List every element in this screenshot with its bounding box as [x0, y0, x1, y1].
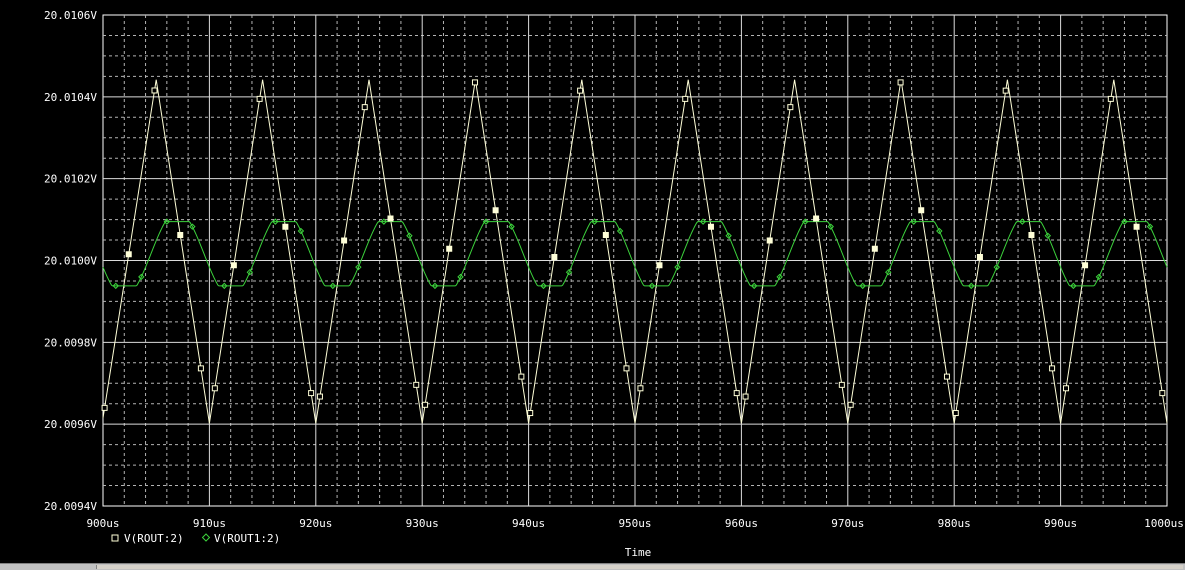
series-v-rout-2-marker: [1063, 385, 1070, 392]
y-tick-label: 20.0094V: [44, 500, 97, 513]
legend-marker-square: [111, 534, 119, 542]
plot-window: 20.0094V 20.0096V 20.0098V 20.0100V 20.0102V…: [0, 0, 1185, 570]
series-v-rout-2-marker: [197, 365, 204, 372]
series-v-rout-2-marker: [1082, 262, 1089, 269]
series-v-rout-2-marker: [766, 237, 773, 244]
y-tick-label: 20.0100V: [44, 255, 97, 268]
series-v-rout-2-marker: [422, 401, 429, 408]
x-tick-label: 940us: [512, 517, 545, 530]
y-tick-label: 20.0096V: [44, 418, 97, 431]
x-tick-label: 920us: [299, 517, 332, 530]
series-v-rout-2-marker: [976, 253, 983, 260]
series-v-rout-2-marker: [308, 390, 315, 397]
x-tick-label: 990us: [1044, 517, 1077, 530]
series-v-rout-2-marker: [151, 87, 158, 94]
legend: V(ROUT:2) V(ROUT1:2): [111, 532, 280, 545]
series-v-rout-2-marker: [1002, 87, 1009, 94]
series-v-rout-2-marker: [1028, 232, 1035, 239]
status-well: [96, 565, 1183, 569]
x-tick-label: 970us: [831, 517, 864, 530]
x-tick-label: 930us: [406, 517, 439, 530]
series-v-rout-2-marker: [527, 410, 534, 417]
series-v-rout-2-marker: [316, 393, 323, 400]
series-v-rout-2-marker: [847, 401, 854, 408]
series-v-rout-2-marker: [787, 104, 794, 111]
series-v-rout-2-marker: [813, 215, 820, 222]
legend-label-v-rout-2: V(ROUT:2): [124, 532, 184, 545]
series-v-rout-2-marker: [1133, 223, 1140, 230]
y-tick-label: 20.0106V: [44, 9, 97, 22]
y-axis-tick-labels: 20.0094V 20.0096V 20.0098V 20.0100V 20.0102V…: [44, 9, 97, 513]
series-v-rout-2-marker: [361, 104, 368, 111]
series-v-rout-2-marker: [602, 232, 609, 239]
legend-marker-diamond: [201, 533, 211, 542]
series-v-rout-2-marker: [742, 393, 749, 400]
series-v-rout-2-marker: [637, 385, 644, 392]
series-v-rout-2-marker: [943, 373, 950, 380]
series-v-rout-2-marker: [341, 237, 348, 244]
series-v-rout-2-marker: [838, 381, 845, 388]
series-v-rout-2-marker: [387, 215, 394, 222]
series-v-rout-2-marker: [656, 262, 663, 269]
series-v-rout-2-marker: [256, 95, 263, 102]
series-v-rout-2-marker: [177, 232, 184, 239]
x-axis-label: Time: [625, 546, 652, 559]
series-v-rout-2-marker: [577, 87, 584, 94]
series-v-rout-2-marker: [492, 207, 499, 214]
series-v-rout-2-marker: [471, 79, 478, 86]
y-tick-label: 20.0098V: [44, 336, 97, 349]
series-v-rout-2-marker: [952, 410, 959, 417]
series-v-rout-2-marker: [230, 262, 237, 269]
series-v-rout-2-marker: [1159, 390, 1166, 397]
series-v-rout-2-marker: [101, 404, 108, 411]
waveform-plot: 20.0094V 20.0096V 20.0098V 20.0100V 20.0102V…: [44, 9, 1184, 559]
series-v-rout-2-marker: [413, 381, 420, 388]
x-tick-label: 1000us: [1144, 517, 1184, 530]
series-v-rout-2-marker: [733, 390, 740, 397]
series-v-rout-2-marker: [623, 365, 630, 372]
series-v-rout-2-marker: [1049, 365, 1056, 372]
series-v-rout-2-marker: [682, 95, 689, 102]
series-v-rout-2-marker: [125, 251, 132, 258]
series-v-rout-2-marker: [897, 79, 904, 86]
x-axis-tick-labels: 900us 910us 920us 930us 940us 950us 960us 970us…: [86, 517, 1183, 530]
series-v-rout-2-marker: [518, 373, 525, 380]
series-v-rout-2-marker: [707, 223, 714, 230]
y-tick-label: 20.0102V: [44, 173, 97, 186]
x-tick-label: 980us: [938, 517, 971, 530]
series-v-rout-2-marker: [446, 245, 453, 252]
series-v-rout-2-marker: [282, 223, 289, 230]
y-tick-label: 20.0104V: [44, 91, 97, 104]
legend-label-v-rout1-2: V(ROUT1:2): [214, 532, 280, 545]
series-v-rout-2-marker: [918, 207, 925, 214]
series-v-rout-2-marker: [551, 253, 558, 260]
series-v-rout-2-marker: [871, 245, 878, 252]
series-v-rout-2-marker: [211, 385, 218, 392]
x-tick-label: 900us: [86, 517, 119, 530]
x-tick-label: 950us: [618, 517, 651, 530]
series-v-rout-2-marker: [1107, 95, 1114, 102]
x-tick-label: 960us: [725, 517, 758, 530]
x-tick-label: 910us: [193, 517, 226, 530]
